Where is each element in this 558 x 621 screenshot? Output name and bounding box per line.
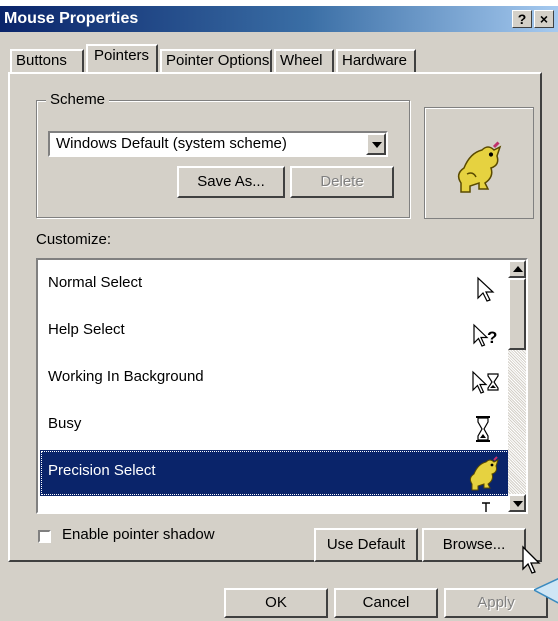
save-as-button[interactable]: Save As...	[177, 166, 285, 198]
tab-pointer-options[interactable]: Pointer Options	[160, 49, 272, 73]
scroll-down-arrow-icon	[513, 501, 523, 507]
list-item-normal-select[interactable]: Normal Select	[40, 262, 510, 308]
tab-buttons[interactable]: Buttons	[10, 49, 84, 73]
cursor-preview-box	[424, 107, 534, 219]
list-item-partial[interactable]	[40, 497, 510, 512]
svg-text:?: ?	[487, 328, 497, 347]
list-item-busy[interactable]: Busy	[40, 403, 510, 449]
scroll-thumb[interactable]	[508, 278, 526, 350]
text-cursor-icon	[482, 502, 490, 512]
cursor-list-scrollbar[interactable]	[508, 260, 526, 512]
dinosaur-cursor-icon	[469, 456, 499, 491]
customize-label: Customize:	[36, 231, 112, 248]
cursor-list[interactable]: Normal Select Help Select ? Working In B…	[36, 258, 528, 514]
list-item-working-in-background[interactable]: Working In Background	[40, 356, 510, 402]
list-item-label: Working In Background	[48, 368, 204, 385]
scroll-up-button[interactable]	[508, 260, 526, 278]
arrow-cursor-icon	[522, 545, 541, 574]
scheme-group	[36, 100, 410, 218]
list-item-help-select[interactable]: Help Select ?	[40, 309, 510, 355]
list-item-label: Precision Select	[48, 462, 156, 479]
mouse-properties-window: Mouse Properties ? × Buttons Pointers Po…	[0, 6, 558, 621]
enable-pointer-shadow-label[interactable]: Enable pointer shadow	[62, 526, 215, 543]
close-button[interactable]: ×	[534, 10, 554, 28]
scheme-group-label: Scheme	[46, 91, 110, 108]
window-title: Mouse Properties	[4, 10, 139, 27]
callout-pointer-icon	[534, 577, 558, 604]
list-item-label: Help Select	[48, 321, 125, 338]
chevron-down-icon	[372, 142, 382, 148]
list-item-label: Normal Select	[48, 274, 143, 291]
hourglass-cursor-icon	[476, 416, 490, 442]
scheme-dropdown[interactable]: Windows Default (system scheme)	[48, 131, 388, 157]
tab-pointers[interactable]: Pointers	[86, 44, 158, 72]
dinosaur-cursor-icon	[457, 141, 502, 193]
apply-button[interactable]: Apply	[444, 588, 548, 618]
delete-button[interactable]: Delete	[290, 166, 394, 198]
help-cursor-icon: ?	[473, 323, 497, 347]
arrow-cursor-icon	[477, 276, 495, 302]
scroll-up-arrow-icon	[513, 266, 523, 272]
ok-button[interactable]: OK	[224, 588, 328, 618]
title-bar: Mouse Properties ? ×	[0, 6, 558, 32]
dropdown-arrow-button[interactable]	[366, 133, 386, 155]
list-item-label: Busy	[48, 415, 82, 432]
tab-hardware[interactable]: Hardware	[336, 49, 416, 73]
use-default-button[interactable]: Use Default	[314, 528, 418, 562]
list-item-precision-select[interactable]: Precision Select	[40, 450, 510, 496]
browse-button[interactable]: Browse...	[422, 528, 526, 562]
tab-wheel[interactable]: Wheel	[274, 49, 334, 73]
cancel-button[interactable]: Cancel	[334, 588, 438, 618]
scroll-down-button[interactable]	[508, 494, 526, 512]
scheme-dropdown-value: Windows Default (system scheme)	[56, 135, 287, 152]
help-button[interactable]: ?	[512, 10, 532, 28]
enable-pointer-shadow-checkbox[interactable]	[38, 530, 51, 543]
working-cursor-icon	[472, 370, 499, 394]
